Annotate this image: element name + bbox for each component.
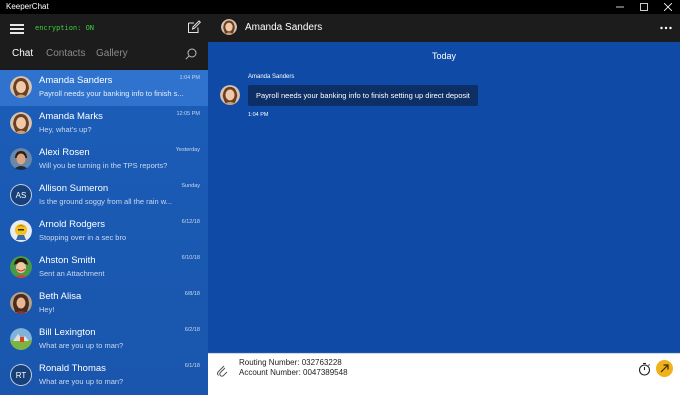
conversation-time: 6/2/18 <box>184 327 200 333</box>
conversation-snippet: What are you up to man? <box>39 377 124 386</box>
sidebar-header: encryption: ON Chat Contacts Gallery <box>0 14 208 70</box>
close-button[interactable] <box>656 0 680 14</box>
tab-contacts[interactable]: Contacts <box>46 48 85 59</box>
conversation-name: Alexi Rosen <box>39 147 90 158</box>
menu-icon[interactable] <box>10 23 24 35</box>
sidebar-tabs: Chat Contacts Gallery <box>0 48 208 64</box>
conversation-name: Arnold Rodgers <box>39 219 106 230</box>
conversation-time: Yesterday <box>175 147 200 153</box>
window-titlebar: KeeperChat <box>0 0 680 14</box>
tab-chat[interactable]: Chat <box>12 48 33 59</box>
message-area: Today Amanda Sanders Payroll needs your … <box>208 42 680 352</box>
chat-contact-name: Amanda Sanders <box>245 22 323 33</box>
avatar: AS <box>10 184 32 206</box>
conversation-snippet: Will you be turning in the TPS reports? <box>39 161 168 170</box>
conversation-time: 6/10/18 <box>181 255 200 261</box>
maximize-button[interactable] <box>632 0 656 14</box>
minimize-icon <box>616 6 624 8</box>
chat-header: Amanda Sanders <box>208 14 680 42</box>
conversation-name: Bill Lexington <box>39 327 96 338</box>
maximize-icon <box>640 3 648 11</box>
avatar: RT <box>10 364 32 386</box>
conversation-item[interactable]: Alexi Rosen Will you be turning in the T… <box>0 142 208 178</box>
conversation-name: Amanda Sanders <box>39 75 113 86</box>
conversation-list: Amanda Sanders Payroll needs your bankin… <box>0 70 208 395</box>
conversation-name: Allison Sumeron <box>39 183 109 194</box>
send-icon <box>660 364 669 373</box>
avatar <box>10 220 32 242</box>
conversation-snippet: Stopping over in a sec bro <box>39 233 127 242</box>
avatar <box>10 328 32 350</box>
avatar[interactable] <box>221 19 237 35</box>
avatar <box>10 112 32 134</box>
window-title: KeeperChat <box>6 2 49 11</box>
conversation-item[interactable]: Amanda Marks Hey, what's up? 12:05 PM <box>0 106 208 142</box>
conversation-time: 12:05 PM <box>176 111 200 117</box>
conversation-item[interactable]: AS Allison Sumeron Is the ground soggy f… <box>0 178 208 214</box>
conversation-item[interactable]: Amanda Sanders Payroll needs your bankin… <box>0 70 208 106</box>
message-input-line-1: Routing Number: 032763228 <box>239 358 342 367</box>
minimize-button[interactable] <box>608 0 632 14</box>
conversation-snippet: Hey! <box>39 305 55 314</box>
avatar <box>220 85 240 105</box>
compose-icon[interactable] <box>187 20 201 34</box>
conversation-name: Beth Alisa <box>39 291 82 302</box>
avatar <box>10 256 32 278</box>
conversation-item[interactable]: RT Ronald Thomas What are you up to man?… <box>0 358 208 394</box>
encryption-status: encryption: ON <box>35 24 95 32</box>
avatar <box>10 292 32 314</box>
chat-pane: Amanda Sanders Today Amanda Sanders Payr… <box>208 14 680 395</box>
conversation-item[interactable]: Arnold Rodgers Stopping over in a sec br… <box>0 214 208 250</box>
message-bubble[interactable]: Payroll needs your banking info to finis… <box>248 85 478 106</box>
message-time: 1:04 PM <box>248 112 269 118</box>
conversation-name: Amanda Marks <box>39 111 103 122</box>
sidebar: encryption: ON Chat Contacts Gallery Ama… <box>0 14 208 395</box>
avatar <box>10 76 32 98</box>
conversation-name: Ahston Smith <box>39 255 96 266</box>
message-author: Amanda Sanders <box>248 74 295 80</box>
conversation-item[interactable]: Bill Lexington What are you up to man? 6… <box>0 322 208 358</box>
conversation-time: 1:04 PM <box>179 75 200 81</box>
message-input-line-2: Account Number: 0047389548 <box>239 368 348 377</box>
day-separator: Today <box>431 51 457 61</box>
conversation-snippet: Payroll needs your banking info to finis… <box>39 89 184 98</box>
timer-icon[interactable] <box>638 362 651 376</box>
conversation-snippet: Sent an Attachment <box>39 269 105 278</box>
send-button[interactable] <box>656 360 673 377</box>
more-icon[interactable] <box>660 26 672 30</box>
avatar <box>10 148 32 170</box>
conversation-time: 6/12/18 <box>181 219 200 225</box>
conversation-time: Sunday <box>181 183 200 189</box>
message-composer[interactable]: Routing Number: 032763228 Account Number… <box>208 353 680 395</box>
conversation-time: 6/8/18 <box>184 291 200 297</box>
conversation-snippet: Hey, what's up? <box>39 125 92 134</box>
search-icon[interactable] <box>185 48 197 60</box>
conversation-time: 6/1/18 <box>184 363 200 369</box>
message-input[interactable]: Routing Number: 032763228 Account Number… <box>239 358 348 378</box>
tab-gallery[interactable]: Gallery <box>96 48 128 59</box>
conversation-snippet: Is the ground soggy from all the rain w.… <box>39 197 172 206</box>
attach-icon[interactable] <box>216 363 228 377</box>
close-icon <box>664 3 672 11</box>
conversation-snippet: What are you up to man? <box>39 341 124 350</box>
conversation-item[interactable]: Ahston Smith Sent an Attachment 6/10/18 <box>0 250 208 286</box>
conversation-name: Ronald Thomas <box>39 363 106 374</box>
conversation-item[interactable]: Beth Alisa Hey! 6/8/18 <box>0 286 208 322</box>
